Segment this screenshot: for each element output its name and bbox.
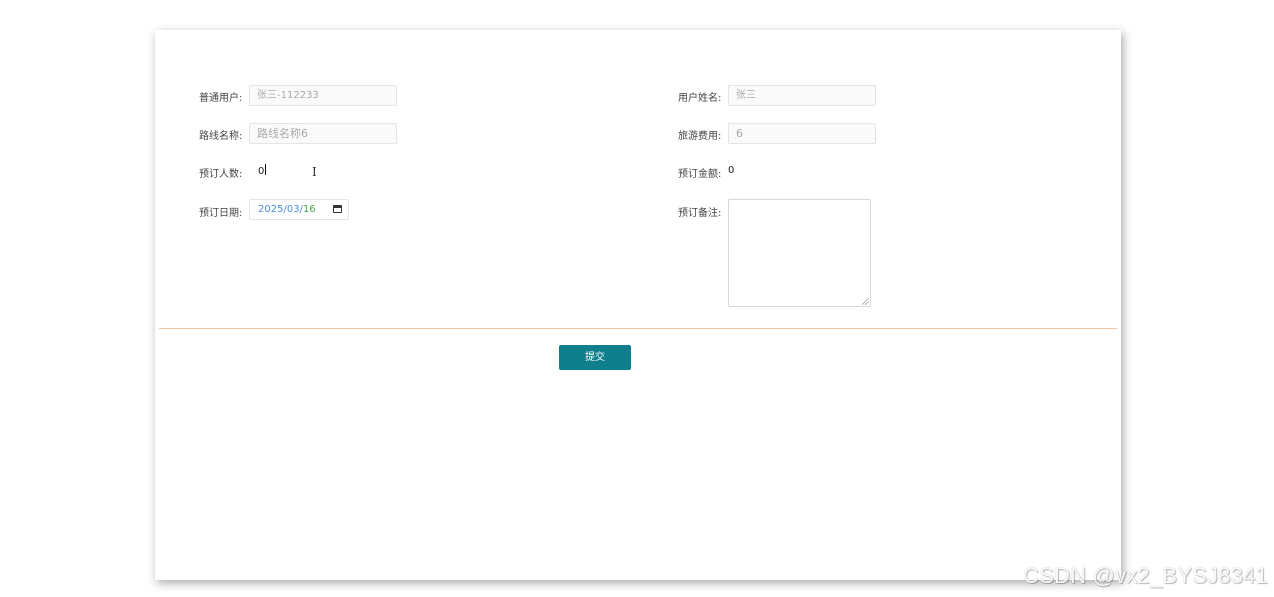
amount-label: 预订金额:: [678, 169, 722, 180]
form-divider: [159, 328, 1117, 329]
note-label: 预订备注:: [678, 208, 722, 219]
people-value: 0: [258, 166, 265, 177]
resize-grip-icon[interactable]: [862, 298, 869, 305]
date-label: 预订日期:: [199, 208, 243, 219]
date-input[interactable]: 2025/03/16: [249, 199, 349, 220]
fee-field[interactable]: 6: [728, 123, 876, 144]
name-label: 用户姓名:: [678, 93, 722, 104]
date-month: 03: [286, 204, 300, 215]
booking-form-card: 普通用户: 张三-112233 用户姓名: 张三 路线名称: 路线名称6 旅游费…: [155, 30, 1121, 580]
date-day: 16: [302, 204, 316, 215]
submit-button[interactable]: 提交: [559, 345, 631, 370]
user-field[interactable]: 张三-112233: [249, 85, 397, 106]
fee-label: 旅游费用:: [678, 131, 722, 142]
calendar-icon[interactable]: [333, 205, 342, 213]
people-input[interactable]: 0: [258, 164, 267, 177]
text-cursor-icon: I: [312, 165, 317, 179]
name-field[interactable]: 张三: [728, 85, 876, 106]
user-label: 普通用户:: [199, 93, 243, 104]
input-caret: [265, 164, 267, 175]
amount-value: 0: [728, 165, 735, 176]
route-label: 路线名称:: [199, 131, 243, 142]
note-textarea[interactable]: [728, 199, 871, 307]
date-year: 2025: [258, 204, 284, 215]
watermark: CSDN @vx2_BYSJ8341: [1023, 563, 1268, 588]
route-field[interactable]: 路线名称6: [249, 123, 397, 144]
people-label: 预订人数:: [199, 169, 243, 180]
